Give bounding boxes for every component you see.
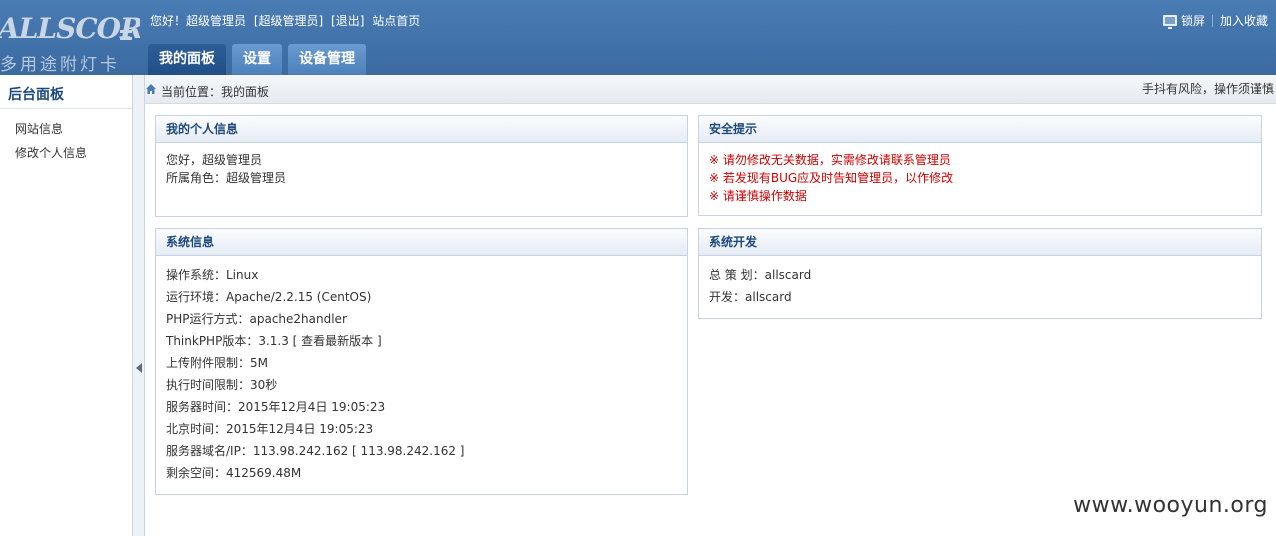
- logo: ALLSCOR 多用途附灯卡: [0, 0, 140, 75]
- info-line: 北京时间：2015年12月4日 19:05:23: [166, 422, 374, 436]
- info-line: 服务器时间：2015年12月4日 19:05:23: [166, 400, 386, 414]
- system-info-panel: 系统信息 操作系统：Linux 运行环境：Apache/2.2.15 (Cent…: [155, 228, 688, 495]
- logout-link[interactable]: [退出]: [331, 14, 364, 28]
- site-home-link[interactable]: 站点首页: [372, 14, 420, 28]
- top-tabs: 我的面板 设置 设备管理: [148, 44, 372, 75]
- panel-body: 您好，超级管理员 所属角色：超级管理员: [156, 143, 687, 195]
- breadcrumb-bar: 当前位置：我的面板 手抖有风险，操作须谨慎: [145, 75, 1276, 104]
- info-line: 操作系统：Linux: [166, 268, 259, 282]
- panel-title: 安全提示: [699, 116, 1261, 143]
- header: ALLSCOR 多用途附灯卡 您好！超级管理员 [超级管理员] [退出] 站点首…: [0, 0, 1276, 75]
- role-tag: [超级管理员]: [253, 14, 324, 28]
- info-line: 开发：allscard: [709, 290, 792, 304]
- header-actions: 锁屏 加入收藏: [1162, 12, 1268, 29]
- info-line: PHP运行方式：apache2handler: [166, 312, 347, 326]
- warning-line: ※ 请勿修改无关数据，实需修改请联系管理员: [709, 153, 951, 167]
- add-bookmark-link[interactable]: 加入收藏: [1220, 12, 1268, 29]
- sidebar-item-site-info[interactable]: 网站信息: [0, 117, 132, 141]
- panel-body: 总 策 划：allscard 开发：allscard: [699, 256, 1261, 316]
- warning-line: ※ 若发现有BUG应及时告知管理员，以作修改: [709, 171, 954, 185]
- warning-line: ※ 请谨慎操作数据: [709, 189, 807, 203]
- info-line: 总 策 划：allscard: [709, 268, 812, 282]
- info-line: 服务器域名/IP：113.98.242.162 [ 113.98.242.162…: [166, 444, 465, 458]
- logo-subtitle: 多用途附灯卡: [0, 55, 120, 75]
- info-line: 上传附件限制：5M: [166, 356, 268, 370]
- breadcrumb: 当前位置：我的面板: [161, 85, 270, 99]
- watermark: www.wooyun.org: [1073, 493, 1268, 518]
- panel-title: 我的个人信息: [156, 116, 687, 143]
- logo-bars-icon: [120, 30, 132, 40]
- user-bar: 您好！超级管理员 [超级管理员] [退出] 站点首页: [150, 12, 424, 29]
- panel-title: 系统信息: [156, 229, 687, 256]
- sidebar-menu: 网站信息 修改个人信息: [0, 117, 132, 165]
- tab-settings[interactable]: 设置: [232, 44, 282, 75]
- info-line: 运行环境：Apache/2.2.15 (CentOS): [166, 290, 372, 304]
- divider: [1211, 14, 1213, 27]
- info-line: 您好，超级管理员: [166, 153, 263, 167]
- info-line: 剩余空间：412569.48M: [166, 466, 302, 480]
- security-tips-panel: 安全提示 ※ 请勿修改无关数据，实需修改请联系管理员 ※ 若发现有BUG应及时告…: [698, 115, 1262, 216]
- sidebar-collapse-bar: [133, 75, 145, 536]
- greeting-text: 您好！超级管理员: [150, 14, 247, 28]
- operation-notice: 手抖有风险，操作须谨慎: [1141, 82, 1274, 96]
- lock-screen-link[interactable]: 锁屏: [1181, 12, 1205, 29]
- sidebar-title: 后台面板: [0, 75, 132, 109]
- sidebar: 后台面板 网站信息 修改个人信息: [0, 75, 133, 536]
- tab-device-management[interactable]: 设备管理: [288, 44, 366, 75]
- info-line: 执行时间限制：30秒: [166, 378, 278, 392]
- info-line: 所属角色：超级管理员: [166, 171, 287, 185]
- panel-body: 操作系统：Linux 运行环境：Apache/2.2.15 (CentOS) P…: [156, 256, 687, 492]
- system-dev-panel: 系统开发 总 策 划：allscard 开发：allscard: [698, 228, 1262, 319]
- sidebar-item-edit-profile[interactable]: 修改个人信息: [0, 141, 132, 165]
- tab-my-panel[interactable]: 我的面板: [148, 44, 226, 75]
- thinkphp-version-line[interactable]: ThinkPHP版本：3.1.3 [ 查看最新版本 ]: [166, 330, 677, 352]
- home-icon: [146, 84, 156, 94]
- monitor-icon: [1162, 15, 1177, 29]
- logo-text: ALLSCOR: [0, 12, 140, 45]
- panel-body: ※ 请勿修改无关数据，实需修改请联系管理员 ※ 若发现有BUG应及时告知管理员，…: [699, 143, 1261, 213]
- collapse-arrow-icon[interactable]: [136, 363, 142, 373]
- panel-title: 系统开发: [699, 229, 1261, 256]
- personal-info-panel: 我的个人信息 您好，超级管理员 所属角色：超级管理员: [155, 115, 688, 217]
